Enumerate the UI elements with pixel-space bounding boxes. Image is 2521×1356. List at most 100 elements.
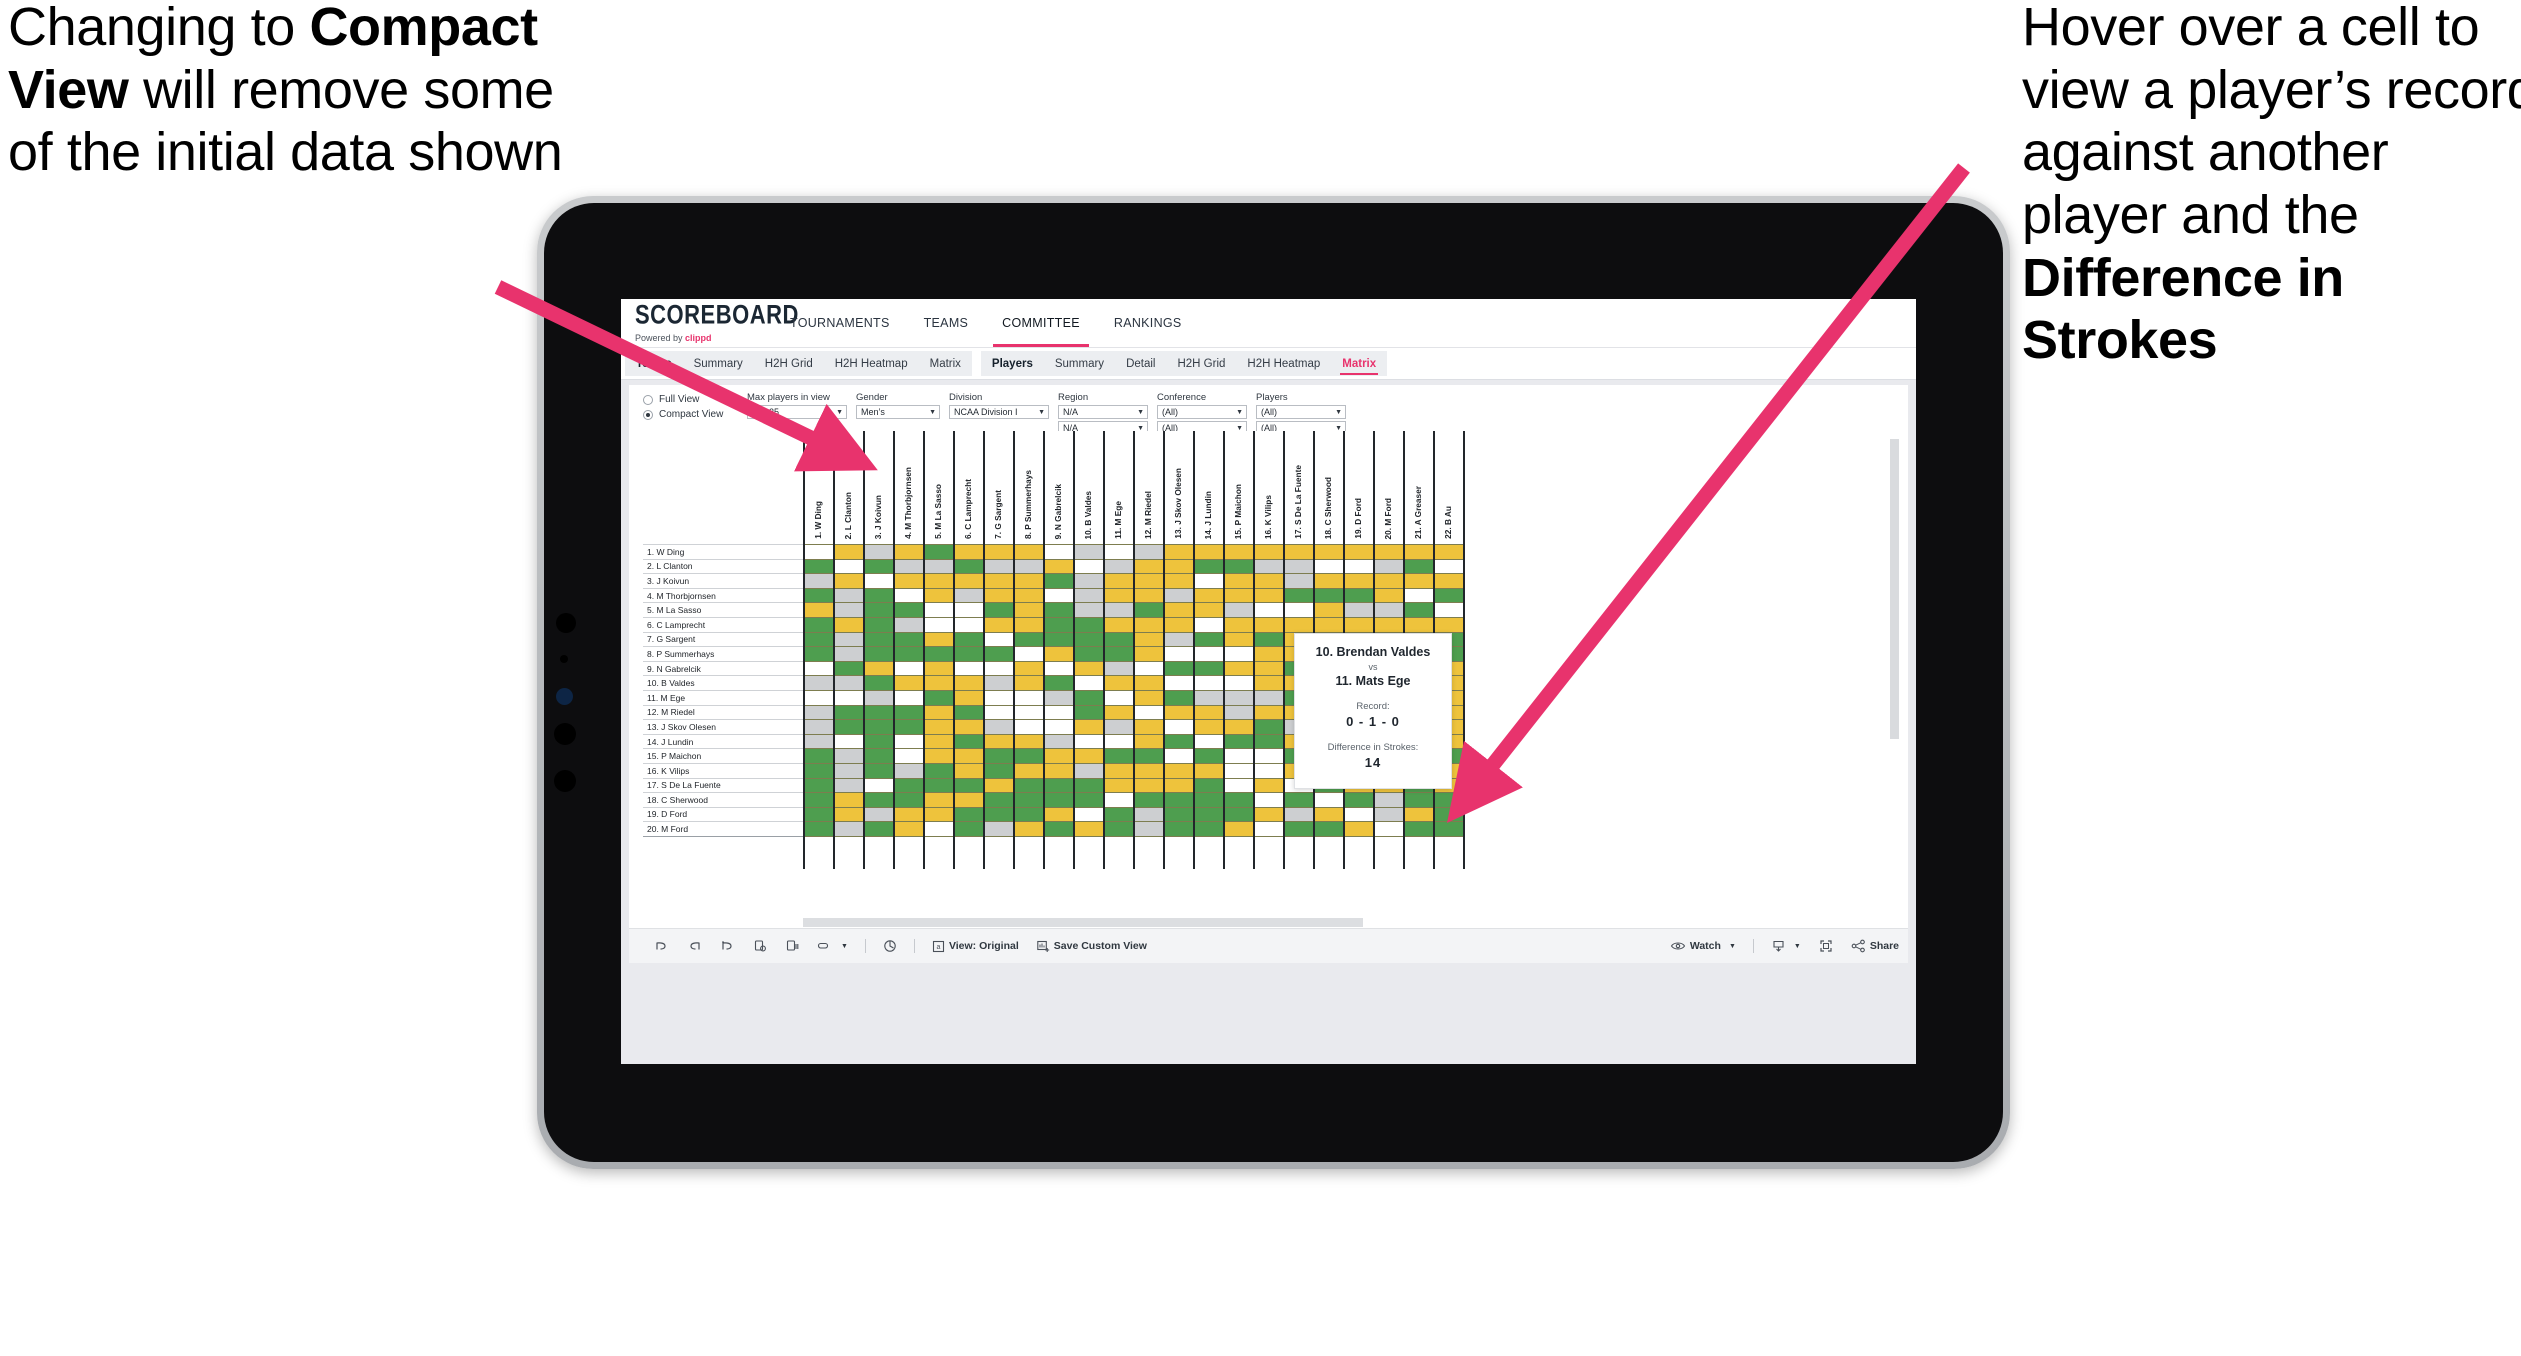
tab-players-detail[interactable]: Detail <box>1115 351 1166 376</box>
matrix-cell[interactable] <box>1373 558 1405 574</box>
matrix-cell[interactable] <box>983 587 1015 603</box>
matrix-cell[interactable] <box>1313 544 1345 560</box>
matrix-cell[interactable] <box>1223 616 1255 633</box>
matrix-cell[interactable] <box>1103 733 1135 749</box>
matrix-cell[interactable] <box>1193 573 1225 589</box>
matrix-cell[interactable] <box>1013 792 1045 808</box>
matrix-cell[interactable] <box>1193 704 1225 720</box>
share-button[interactable]: Share <box>1842 939 1908 953</box>
matrix-cell[interactable] <box>803 616 835 633</box>
matrix-cell[interactable] <box>1013 719 1045 735</box>
matrix-cell[interactable] <box>1193 675 1225 691</box>
matrix-cell[interactable] <box>1403 587 1435 603</box>
matrix-cell[interactable] <box>1343 573 1375 589</box>
matrix-cell[interactable] <box>1043 806 1075 822</box>
matrix-cell[interactable] <box>1043 602 1075 618</box>
matrix-cell[interactable] <box>833 733 865 749</box>
matrix-cell[interactable] <box>1133 806 1165 822</box>
matrix-cell[interactable] <box>893 573 925 589</box>
matrix-cell[interactable] <box>1163 719 1195 735</box>
matrix-cell[interactable] <box>953 762 985 778</box>
matrix-cell[interactable] <box>1253 719 1285 735</box>
matrix-cell[interactable] <box>1163 762 1195 778</box>
matrix-cell[interactable] <box>1283 616 1315 633</box>
matrix-cell[interactable] <box>803 704 835 720</box>
matrix-cell[interactable] <box>983 821 1015 837</box>
matrix-cell[interactable] <box>1373 587 1405 603</box>
matrix-column-header[interactable]: 10. B Valdes <box>1073 431 1105 545</box>
matrix-cell[interactable] <box>1073 689 1105 706</box>
matrix-row-header[interactable]: 8. P Summerhays <box>643 646 804 662</box>
matrix-cell[interactable] <box>1103 719 1135 735</box>
matrix-cell[interactable] <box>1403 573 1435 589</box>
matrix-cell[interactable] <box>923 792 955 808</box>
matrix-cell[interactable] <box>983 777 1015 793</box>
matrix-cell[interactable] <box>1223 646 1255 662</box>
tab-players-matrix[interactable]: Matrix <box>1331 351 1387 376</box>
matrix-cell[interactable] <box>1043 762 1075 778</box>
matrix-cell[interactable] <box>803 558 835 574</box>
matrix-cell[interactable] <box>923 573 955 589</box>
matrix-cell[interactable] <box>953 544 985 560</box>
matrix-cell[interactable] <box>1103 631 1135 647</box>
matrix-cell[interactable] <box>1013 631 1045 647</box>
matrix-cell[interactable] <box>1223 689 1255 706</box>
nav-teams[interactable]: TEAMS <box>907 299 986 347</box>
matrix-cell[interactable] <box>1343 821 1375 837</box>
matrix-cell[interactable] <box>1253 616 1285 633</box>
matrix-cell[interactable] <box>1313 573 1345 589</box>
matrix-cell[interactable] <box>953 748 985 764</box>
matrix-cell[interactable] <box>953 719 985 735</box>
matrix-cell[interactable] <box>923 704 955 720</box>
matrix-cell[interactable] <box>863 792 895 808</box>
matrix-cell[interactable] <box>1253 587 1285 603</box>
matrix-cell[interactable] <box>1163 646 1195 662</box>
matrix-cell[interactable] <box>1193 719 1225 735</box>
matrix-cell[interactable] <box>1013 602 1045 618</box>
matrix-cell[interactable] <box>1043 777 1075 793</box>
matrix-cell[interactable] <box>1313 602 1345 618</box>
matrix-cell[interactable] <box>1193 777 1225 793</box>
matrix-cell[interactable] <box>1193 733 1225 749</box>
matrix-cell[interactable] <box>893 777 925 793</box>
matrix-cell[interactable] <box>1223 660 1255 676</box>
matrix-cell[interactable] <box>1223 631 1255 647</box>
tab-teams-summary[interactable]: Summary <box>683 351 754 376</box>
matrix-row-header[interactable]: 13. J Skov Olesen <box>643 719 804 735</box>
matrix-cell[interactable] <box>1133 660 1165 676</box>
matrix-cell[interactable] <box>833 762 865 778</box>
matrix-row-header[interactable]: 9. N Gabrelcik <box>643 660 804 676</box>
matrix-cell[interactable] <box>1043 646 1075 662</box>
matrix-cell[interactable] <box>1193 792 1225 808</box>
matrix-cell[interactable] <box>833 777 865 793</box>
matrix-cell[interactable] <box>1103 792 1135 808</box>
matrix-cell[interactable] <box>833 573 865 589</box>
matrix-cell[interactable] <box>1073 821 1105 837</box>
matrix-cell[interactable] <box>1073 587 1105 603</box>
matrix-cell[interactable] <box>1043 719 1075 735</box>
matrix-cell[interactable] <box>1313 821 1345 837</box>
matrix-cell[interactable] <box>1103 602 1135 618</box>
matrix-cell[interactable] <box>983 544 1015 560</box>
matrix-cell[interactable] <box>1133 733 1165 749</box>
matrix-cell[interactable] <box>1343 544 1375 560</box>
matrix-cell[interactable] <box>923 719 955 735</box>
matrix-cell[interactable] <box>1193 616 1225 633</box>
matrix-cell[interactable] <box>1433 792 1465 808</box>
matrix-cell[interactable] <box>803 587 835 603</box>
matrix-cell[interactable] <box>1193 631 1225 647</box>
matrix-cell[interactable] <box>1403 544 1435 560</box>
matrix-cell[interactable] <box>1073 602 1105 618</box>
nav-tournaments[interactable]: TOURNAMENTS <box>773 299 907 347</box>
matrix-row-header[interactable]: 1. W Ding <box>643 544 804 560</box>
matrix-cell[interactable] <box>983 733 1015 749</box>
matrix-cell[interactable] <box>1133 704 1165 720</box>
matrix-cell[interactable] <box>1163 806 1195 822</box>
matrix-cell[interactable] <box>803 544 835 560</box>
matrix-cell[interactable] <box>803 573 835 589</box>
matrix-cell[interactable] <box>923 587 955 603</box>
matrix-cell[interactable] <box>953 660 985 676</box>
matrix-cell[interactable] <box>953 616 985 633</box>
matrix-cell[interactable] <box>1163 675 1195 691</box>
matrix-cell[interactable] <box>833 587 865 603</box>
